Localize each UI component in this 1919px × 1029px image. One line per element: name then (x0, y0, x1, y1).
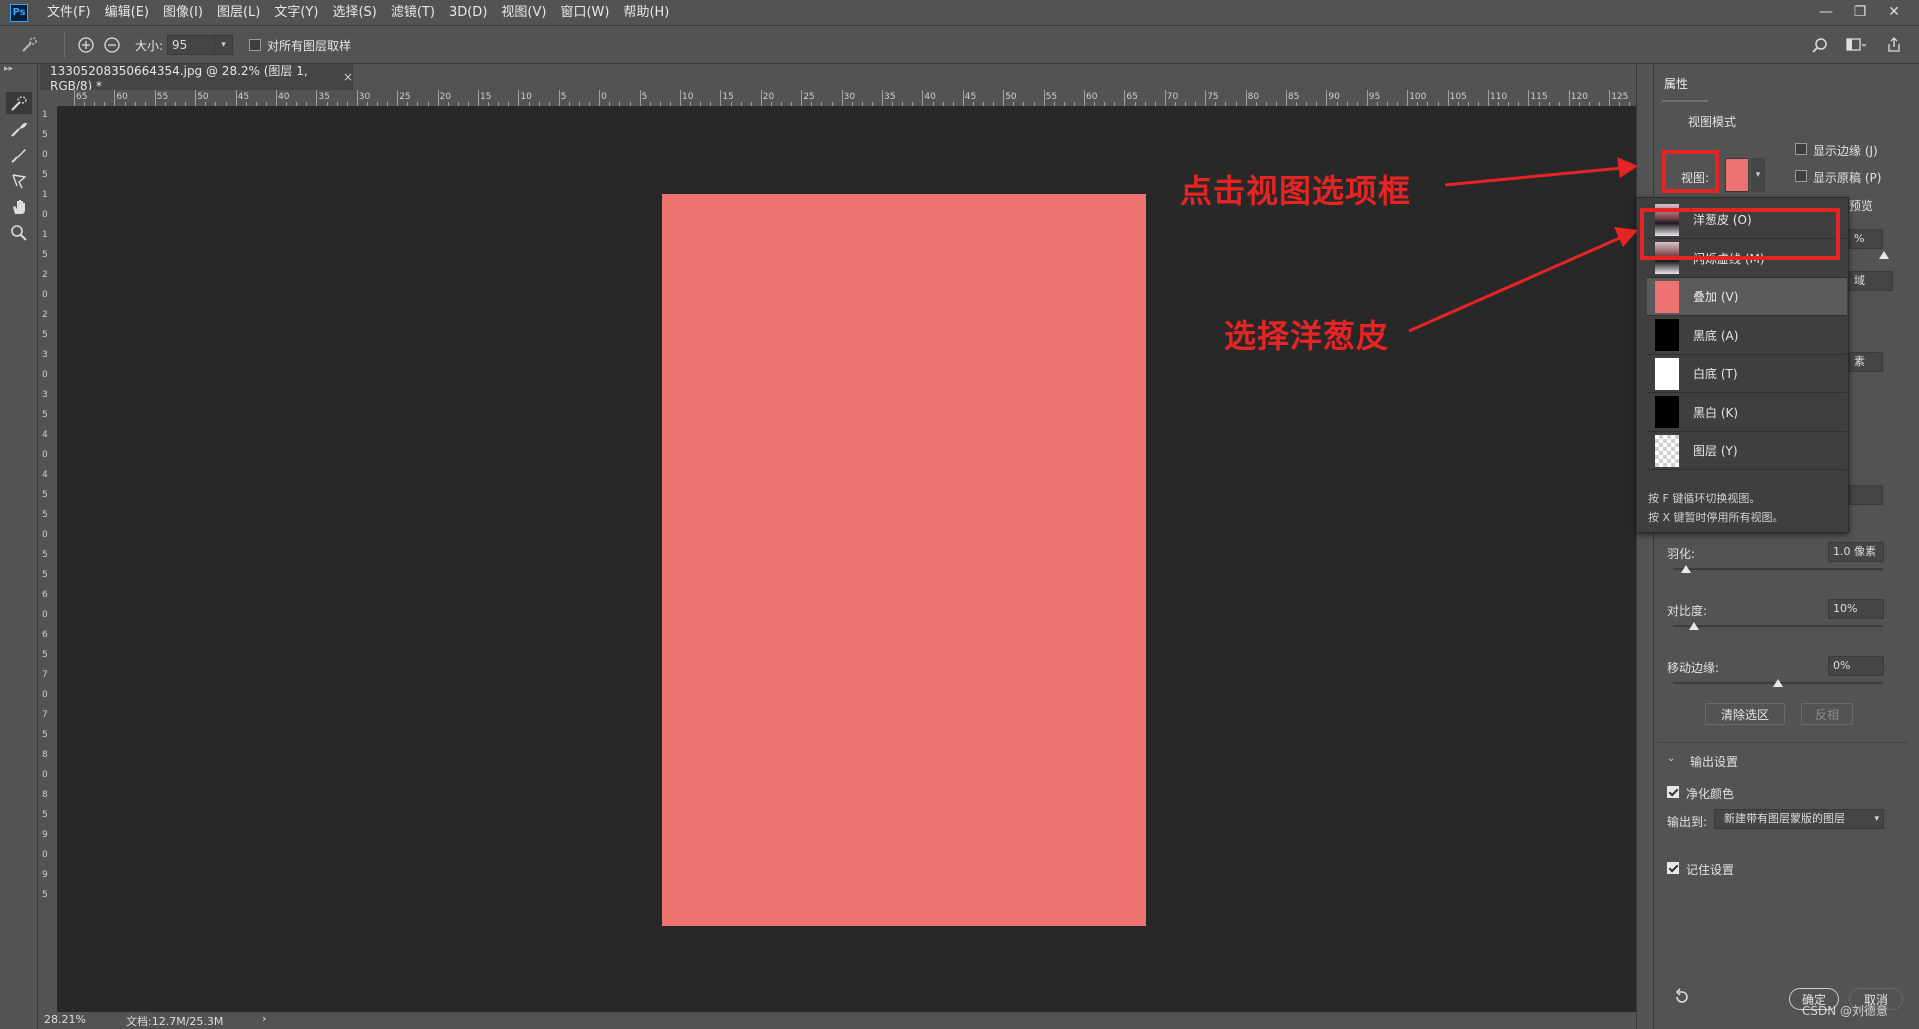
annotation-arrows (1408, 157, 1638, 333)
